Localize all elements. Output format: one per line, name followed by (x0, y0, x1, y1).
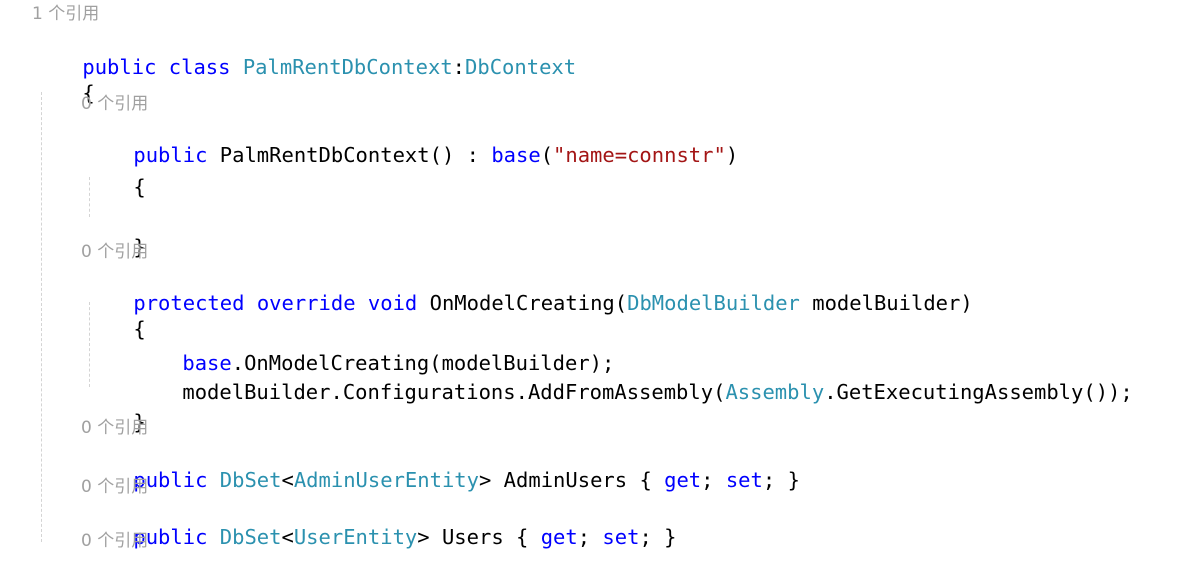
angle-open: < (281, 525, 294, 549)
indent-guide-level-1 (41, 92, 42, 542)
semicolon: ; (762, 468, 776, 492)
codelens-onmodelcreating-references[interactable]: 0 个引用 (81, 240, 148, 265)
semicolon: ; (701, 468, 714, 492)
keyword-get: get (664, 468, 702, 492)
colon-separator: : (452, 55, 466, 79)
paren-close: ) (960, 291, 973, 315)
string-literal-connstr: "name=connstr" (553, 143, 726, 167)
type-dbset: DbSet (219, 468, 282, 492)
colon-separator: : (466, 143, 479, 167)
param-name-modelbuilder: modelBuilder (812, 291, 961, 315)
codelens-class-references[interactable]: 1 个引用 (32, 2, 99, 27)
brace-close: } (787, 468, 800, 492)
paren-open: ( (540, 143, 554, 167)
codelens-users-references[interactable]: 0 个引用 (81, 475, 148, 500)
code-line-method-close-brace: } (84, 385, 145, 434)
addfromassembly-prefix: modelBuilder.Configurations.AddFromAssem… (182, 380, 726, 404)
method-name-onmodelcreating: OnModelCreating (429, 291, 615, 315)
type-assembly: Assembly (725, 380, 825, 404)
code-line-class-open-brace: { (33, 56, 94, 105)
angle-open: < (281, 468, 294, 492)
paren-open: ( (614, 291, 628, 315)
code-line-property-users: public DbSet<UserEntity> Users { get; se… (84, 500, 676, 549)
keyword-void: void (367, 291, 418, 315)
type-name-palmrentdbcontext: PalmRentDbContext (242, 55, 453, 79)
paren-close: ) (725, 143, 739, 167)
code-line-addfromassembly-call: modelBuilder.Configurations.AddFromAssem… (133, 355, 1132, 404)
brace-open: { (516, 525, 529, 549)
property-name-adminusers: AdminUsers (503, 468, 628, 492)
code-editor-surface[interactable]: 1 个引用 public class PalmRentDbContext:DbC… (0, 0, 1179, 551)
keyword-base: base (491, 143, 541, 167)
keyword-get: get (540, 525, 578, 549)
angle-close: > (417, 525, 430, 549)
code-line-method-open-brace: { (84, 292, 145, 341)
base-type-dbcontext: DbContext (465, 55, 577, 79)
code-line-constructor: public PalmRentDbContext() : base("name=… (84, 118, 738, 167)
brace-close: } (664, 525, 677, 549)
codelens-constructor-references[interactable]: 0 个引用 (81, 92, 148, 117)
keyword-protected: protected (133, 291, 245, 315)
constructor-name: PalmRentDbContext() (219, 143, 455, 167)
keyword-set: set (725, 468, 763, 492)
brace-open: { (133, 175, 146, 199)
codelens-adminusers-references[interactable]: 0 个引用 (81, 416, 148, 441)
type-adminuserentity: AdminUserEntity (293, 468, 479, 492)
semicolon: ; (577, 525, 591, 549)
code-line-onmodelcreating-signature: protected override void OnModelCreating(… (84, 266, 972, 315)
type-dbset: DbSet (219, 525, 282, 549)
keyword-class: class (168, 55, 231, 79)
addfromassembly-suffix: .GetExecutingAssembly()); (824, 380, 1133, 404)
param-type-dbmodelbuilder: DbModelBuilder (627, 291, 800, 315)
property-name-users: Users (441, 525, 504, 549)
semicolon: ; (639, 525, 652, 549)
angle-close: > (478, 468, 492, 492)
code-line-constructor-open-brace: { (84, 150, 145, 199)
code-line-property-adminusers: public DbSet<AdminUserEntity> AdminUsers… (84, 443, 800, 492)
code-line-base-onmodelcreating-call: base.OnModelCreating(modelBuilder); (133, 326, 614, 375)
type-userentity: UserEntity (293, 525, 418, 549)
code-line-constructor-close-brace: } (84, 210, 145, 259)
brace-open: { (639, 468, 652, 492)
code-line-class-declaration: public class PalmRentDbContext:DbContext (33, 30, 576, 79)
keyword-set: set (602, 525, 640, 549)
keyword-override: override (256, 291, 356, 315)
